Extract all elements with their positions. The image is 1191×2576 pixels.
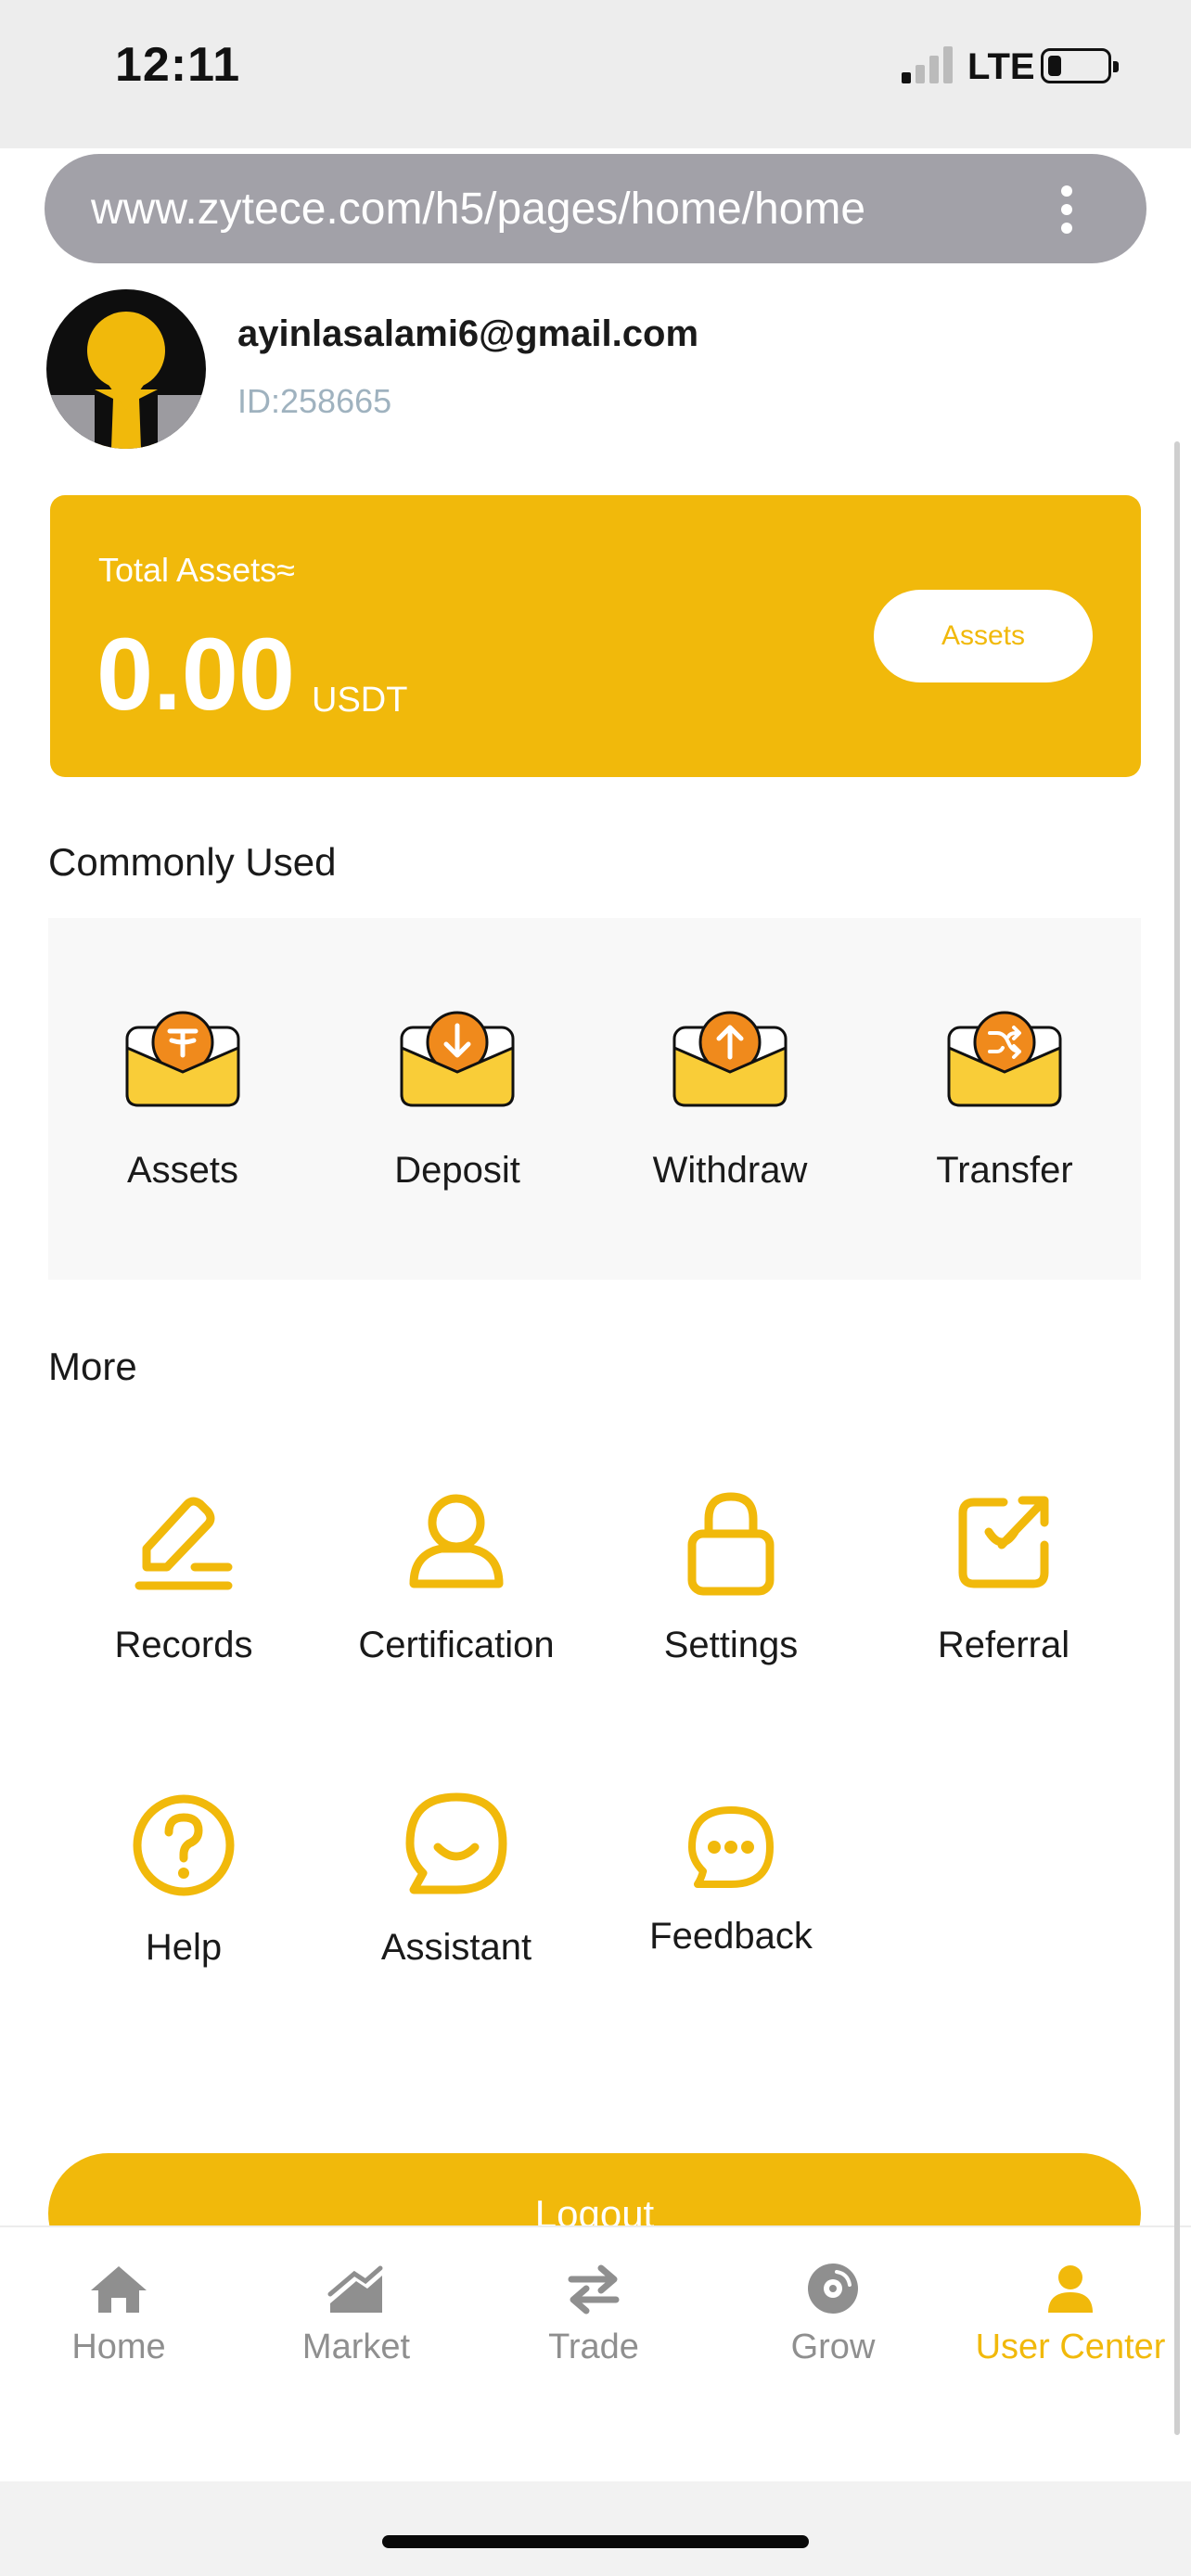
avatar-image: [46, 312, 206, 449]
more-item-feedback[interactable]: Feedback: [601, 1803, 861, 1958]
bottom-tab-bar: Home Market Trade Grow User Center: [0, 2225, 1191, 2481]
more-item-certification[interactable]: Certification: [327, 1487, 586, 1666]
signal-icon: [902, 46, 953, 83]
tab-label: Market: [301, 2327, 411, 2366]
more-item-label: Referral: [937, 1625, 1070, 1665]
tab-label: Trade: [548, 2327, 639, 2366]
common-item-transfer[interactable]: Transfer: [889, 1011, 1121, 1215]
status-bar: 12:11 LTE: [0, 0, 1191, 148]
lock-icon: [687, 1492, 775, 1596]
more-item-label: Settings: [663, 1625, 799, 1665]
common-item-withdraw[interactable]: Withdraw: [614, 1011, 846, 1215]
total-assets-card: Total Assets≈ 0.00 USDT Assets: [50, 495, 1141, 777]
commonly-used-title: Commonly Used: [48, 840, 337, 884]
more-item-settings[interactable]: Settings: [601, 1487, 861, 1666]
more-item-help[interactable]: Help: [54, 1790, 314, 1969]
trade-swap-icon: [568, 2264, 620, 2315]
market-chart-icon: [327, 2265, 383, 2313]
tab-grow[interactable]: Grow: [714, 2263, 952, 2367]
network-type: LTE: [967, 46, 1035, 87]
tab-trade[interactable]: Trade: [475, 2263, 712, 2367]
common-item-label: Withdraw: [652, 1150, 808, 1191]
transfer-shuffle-icon: [947, 1011, 1062, 1107]
user-icon: [409, 1494, 504, 1588]
grow-disc-icon: [808, 2264, 858, 2314]
more-item-assistant[interactable]: Assistant: [327, 1790, 586, 1969]
common-item-label: Assets: [126, 1150, 239, 1191]
tether-wallet-icon: [125, 1011, 240, 1107]
assets-button[interactable]: Assets: [874, 590, 1093, 682]
home-indicator-area: [0, 2481, 1191, 2576]
tab-user-center[interactable]: User Center: [952, 2263, 1189, 2367]
total-assets-label: Total Assets≈: [98, 551, 295, 589]
common-item-assets[interactable]: Assets: [67, 1011, 299, 1215]
user-id: ID:258665: [237, 382, 392, 420]
user-email: ayinlasalami6@gmail.com: [237, 313, 699, 354]
common-item-deposit[interactable]: Deposit: [341, 1011, 573, 1215]
more-item-label: Certification: [358, 1625, 555, 1665]
tab-home[interactable]: Home: [0, 2263, 237, 2367]
home-icon: [91, 2266, 147, 2313]
avatar[interactable]: [46, 289, 206, 449]
tab-label: User Center: [975, 2327, 1166, 2366]
total-assets-unit: USDT: [312, 681, 408, 720]
address-bar[interactable]: www.zytece.com/h5/pages/home/home: [45, 154, 1146, 263]
more-title: More: [48, 1345, 137, 1388]
tab-market[interactable]: Market: [237, 2263, 475, 2367]
more-options-icon[interactable]: [1061, 185, 1072, 234]
total-assets-value: 0.00: [96, 618, 296, 732]
tab-label: Grow: [790, 2327, 876, 2366]
url-text: www.zytece.com/h5/pages/home/home: [91, 185, 866, 234]
status-time: 12:11: [115, 38, 241, 92]
question-circle-icon: [133, 1794, 235, 1896]
pencil-edit-icon: [134, 1497, 233, 1590]
common-item-label: Deposit: [394, 1150, 520, 1191]
share-arrow-icon: [958, 1496, 1049, 1588]
chat-smile-icon: [405, 1792, 507, 1894]
tab-label: Home: [71, 2327, 166, 2366]
more-item-label: Records: [114, 1625, 253, 1665]
more-item-label: Feedback: [649, 1916, 813, 1957]
withdraw-arrow-up-icon: [672, 1011, 788, 1107]
page-scrollbar[interactable]: [1174, 441, 1180, 2435]
more-item-records[interactable]: Records: [54, 1487, 314, 1666]
more-item-label: Help: [145, 1927, 223, 1968]
common-item-label: Transfer: [936, 1150, 1073, 1191]
deposit-arrow-down-icon: [400, 1011, 515, 1107]
chat-dots-icon: [688, 1806, 774, 1888]
more-item-label: Assistant: [380, 1927, 532, 1968]
battery-icon: [1041, 48, 1119, 83]
user-center-icon: [1048, 2265, 1093, 2313]
home-indicator[interactable]: [382, 2535, 809, 2548]
more-item-referral[interactable]: Referral: [874, 1487, 1133, 1666]
